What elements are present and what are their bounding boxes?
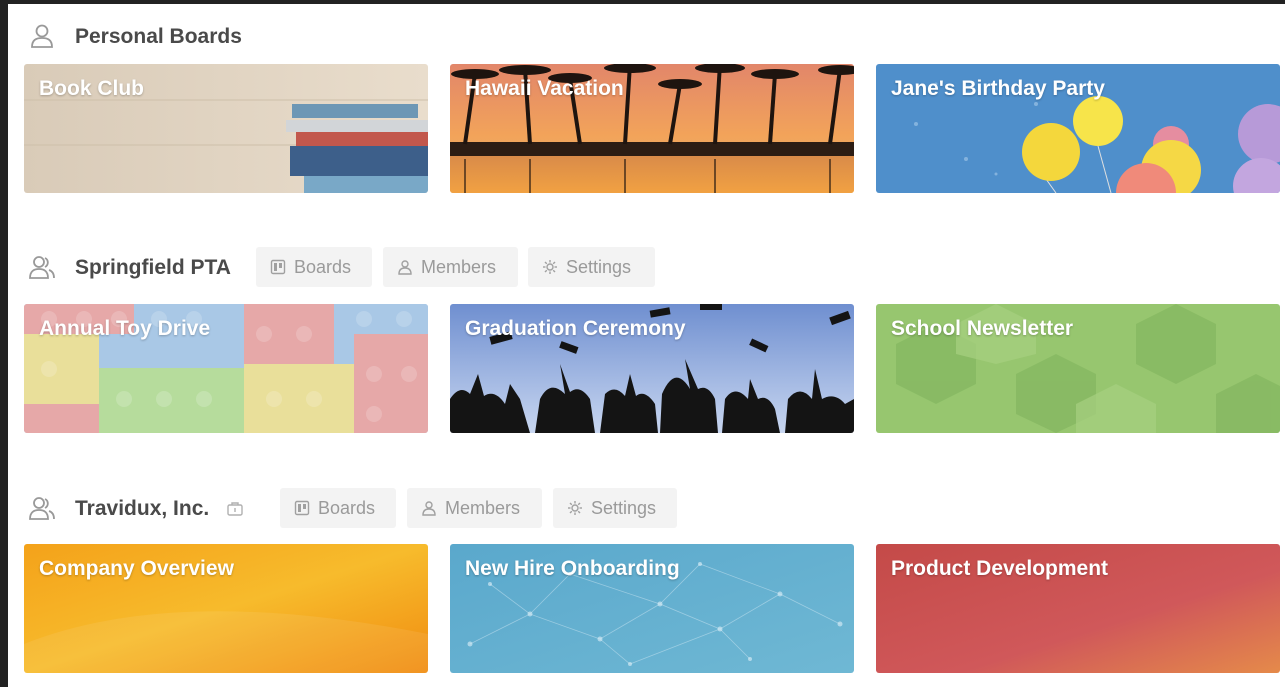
board-tile-hawaii-vacation[interactable]: Hawaii Vacation (450, 64, 854, 193)
section-header-personal: Personal Boards (8, 16, 608, 56)
tab-label: Settings (591, 497, 657, 518)
gear-icon (568, 501, 582, 515)
board-icon (270, 259, 286, 275)
section-title: Springfield PTA (75, 256, 231, 279)
tab-label: Settings (566, 256, 632, 277)
board-tile-graduation-ceremony[interactable]: Graduation Ceremony (450, 304, 854, 433)
tab-label: Boards (294, 256, 352, 277)
board-tile-annual-toy-drive[interactable]: Annual Toy Drive (24, 304, 428, 433)
board-title: Book Club (39, 77, 144, 100)
board-title: Annual Toy Drive (39, 317, 211, 340)
members-tab[interactable]: Members (407, 488, 542, 528)
section-header-springfield-pta: Springfield PTA Boards Members Settings (8, 247, 708, 287)
gear-icon (543, 260, 557, 274)
board-title: Graduation Ceremony (465, 317, 686, 340)
section-title: Travidux, Inc. (75, 497, 210, 520)
section-header-travidux: Travidux, Inc. Boards Members Settings (8, 488, 728, 528)
board-tile-janes-birthday-party[interactable]: Jane's Birthday Party (876, 64, 1280, 193)
boards-page: Personal Boards Book Club Hawaii Vacatio… (8, 4, 1285, 687)
tab-label: Members (445, 497, 521, 518)
settings-tab[interactable]: Settings (553, 488, 677, 528)
person-icon (31, 24, 53, 48)
board-title: School Newsletter (891, 317, 1074, 340)
boards-tab[interactable]: Boards (256, 247, 372, 287)
board-title: Company Overview (39, 557, 234, 580)
members-tab[interactable]: Members (383, 247, 518, 287)
board-tile-book-club[interactable]: Book Club (24, 64, 428, 193)
person-icon (422, 501, 436, 516)
board-tile-company-overview[interactable]: Company Overview (24, 544, 428, 673)
board-icon (294, 500, 310, 516)
team-icon (29, 256, 55, 279)
tab-label: Boards (318, 497, 376, 518)
board-title: Product Development (891, 557, 1109, 580)
person-icon (398, 260, 412, 275)
team-icon (29, 497, 55, 520)
section-title: Personal Boards (75, 25, 242, 48)
board-tile-school-newsletter[interactable]: School Newsletter (876, 304, 1280, 433)
board-tile-product-development[interactable]: Product Development (876, 544, 1280, 673)
board-title: Jane's Birthday Party (891, 77, 1105, 100)
board-tile-new-hire-onboarding[interactable]: New Hire Onboarding (450, 544, 854, 673)
board-title: New Hire Onboarding (465, 557, 680, 580)
board-title: Hawaii Vacation (465, 77, 624, 100)
tab-label: Members (421, 256, 497, 277)
briefcase-icon (227, 502, 243, 516)
settings-tab[interactable]: Settings (528, 247, 655, 287)
boards-tab[interactable]: Boards (280, 488, 396, 528)
